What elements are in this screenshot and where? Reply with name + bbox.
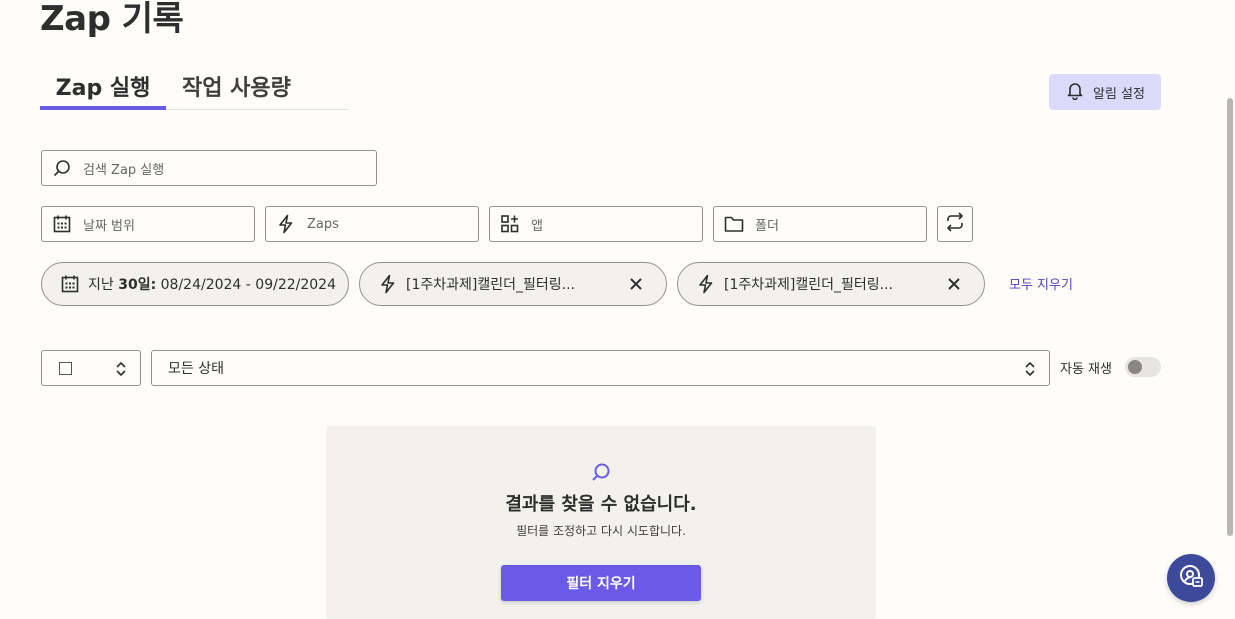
chevron-updown-icon: [114, 359, 128, 383]
refresh-button[interactable]: [937, 206, 973, 242]
tab-zap-runs[interactable]: Zap 실행: [40, 72, 166, 110]
date-range-placeholder: 날짜 범위: [83, 218, 135, 234]
status-select-value: 모든 상태: [168, 361, 224, 377]
tab-task-usage[interactable]: 작업 사용량: [182, 72, 291, 106]
apps-placeholder: 앱: [531, 218, 543, 234]
date-chip-days: 30일:: [118, 277, 157, 293]
alert-settings-label: 알림 설정: [1093, 86, 1145, 102]
close-icon[interactable]: [626, 274, 646, 294]
autoplay-toggle[interactable]: [1125, 357, 1161, 377]
status-select[interactable]: 모든 상태: [151, 350, 1050, 386]
clear-filters-button[interactable]: 필터 지우기: [501, 565, 701, 601]
date-chip-text: 지난 30일: 08/24/2024 - 09/22/2024: [88, 274, 336, 294]
date-chip-range: 08/24/2024 - 09/22/2024: [156, 277, 336, 293]
date-range-filter[interactable]: 날짜 범위: [41, 206, 255, 242]
empty-state-panel: 결과를 찾을 수 없습니다. 필터를 조정하고 다시 시도합니다. 필터 지우기: [326, 426, 876, 619]
autoplay-label: 자동 재생: [1060, 362, 1112, 377]
zaps-placeholder: Zaps: [307, 216, 339, 232]
calendar-icon: [51, 213, 73, 235]
page: Zap 기록 Zap 실행 작업 사용량 알림 설정 검색 Zap 실행 날짜 …: [0, 0, 1235, 619]
select-all-checkbox[interactable]: [59, 361, 72, 375]
clear-all-filters-link[interactable]: 모두 지우기: [1009, 274, 1073, 293]
scrollbar-thumb[interactable]: [1227, 98, 1233, 536]
date-filter-chip[interactable]: 지난 30일: 08/24/2024 - 09/22/2024: [41, 262, 349, 306]
search-placeholder: 검색 Zap 실행: [83, 162, 165, 178]
zap-chip-label: [1주차과제]캘린더_필터링...: [406, 277, 575, 293]
zaps-filter[interactable]: Zaps: [265, 206, 479, 242]
lightning-icon: [378, 274, 398, 294]
folders-placeholder: 폴더: [755, 218, 779, 234]
page-title: Zap 기록: [40, 0, 184, 39]
zap-filter-chip[interactable]: [1주차과제]캘린더_필터링...: [677, 262, 985, 306]
tab-bar: Zap 실행 작업 사용량: [40, 72, 348, 110]
refresh-icon: [944, 211, 966, 237]
date-chip-prefix: 지난: [88, 277, 119, 293]
search-icon: [51, 157, 73, 179]
search-input[interactable]: 검색 Zap 실행: [41, 150, 377, 186]
apps-filter[interactable]: 앱: [489, 206, 703, 242]
empty-state-subtext: 필터를 조정하고 다시 시도합니다.: [516, 524, 686, 538]
help-chat-icon: [1178, 563, 1204, 593]
search-icon: [589, 462, 611, 488]
scrollbar[interactable]: [1225, 0, 1235, 619]
apps-icon: [499, 213, 521, 235]
alert-settings-button[interactable]: 알림 설정: [1049, 74, 1161, 110]
toggle-knob: [1128, 360, 1142, 374]
lightning-icon: [696, 274, 716, 294]
close-icon[interactable]: [944, 274, 964, 294]
folders-filter[interactable]: 폴더: [713, 206, 927, 242]
select-all-dropdown[interactable]: [41, 350, 141, 386]
zap-chip-label: [1주차과제]캘린더_필터링...: [724, 277, 893, 293]
bell-icon: [1065, 80, 1085, 104]
folder-icon: [723, 213, 745, 235]
zap-filter-chip[interactable]: [1주차과제]캘린더_필터링...: [359, 262, 667, 306]
chevron-updown-icon: [1023, 359, 1037, 383]
help-button[interactable]: [1167, 554, 1215, 602]
calendar-icon: [60, 274, 80, 294]
empty-state-heading: 결과를 찾을 수 없습니다.: [505, 494, 697, 515]
lightning-icon: [275, 213, 297, 235]
